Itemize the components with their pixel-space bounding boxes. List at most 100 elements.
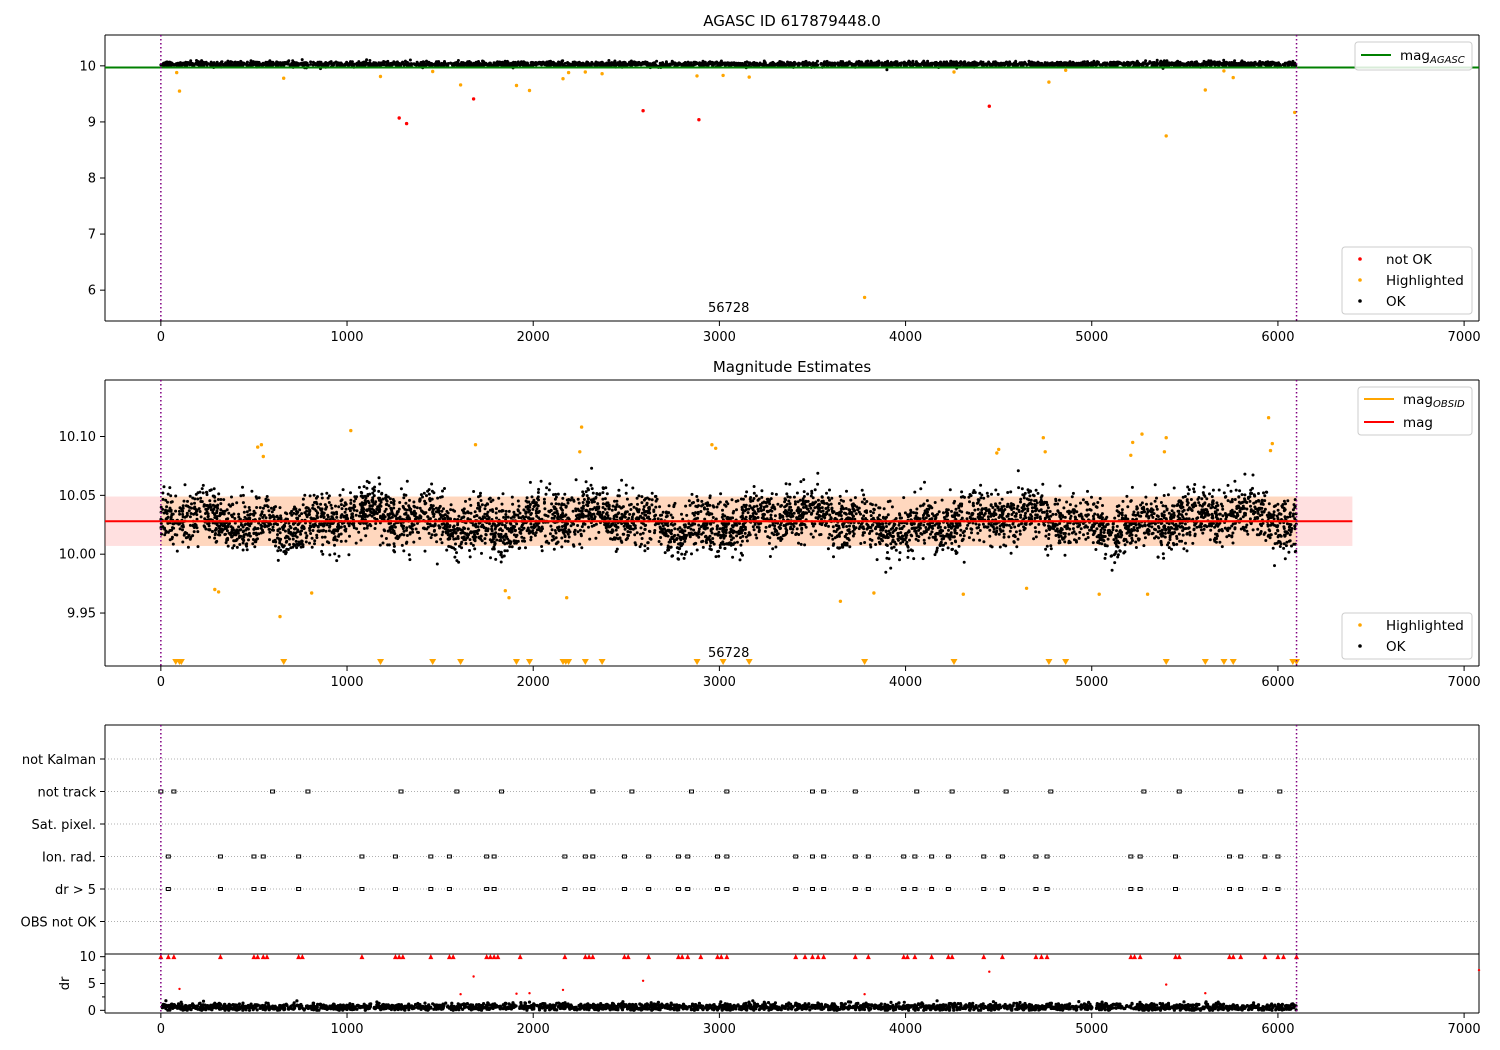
ok-point [1148, 61, 1152, 65]
ok-point [873, 61, 877, 65]
ok-point [828, 61, 832, 65]
ok-point [442, 60, 446, 64]
ok-point [861, 533, 865, 537]
ok-point [1028, 63, 1031, 67]
y-tick-label: 9.95 [67, 607, 96, 622]
ok-point [323, 535, 327, 539]
ok-point [1003, 61, 1007, 65]
ok-point [819, 62, 823, 65]
ok-point [398, 62, 402, 66]
ok-point [959, 495, 963, 499]
ok-point [869, 62, 873, 66]
ok-point [249, 59, 253, 63]
ok-point [557, 63, 561, 66]
ok-point [821, 509, 825, 513]
ok-point [972, 538, 976, 542]
ok-point [914, 60, 918, 64]
ok-point [435, 540, 439, 544]
ok-point [869, 510, 873, 513]
ok-point [576, 524, 580, 527]
y-tick-label: 6 [88, 284, 96, 299]
ok-point [787, 499, 791, 503]
ok-point [300, 61, 304, 65]
ok-point [1175, 504, 1179, 507]
ok-point [1132, 526, 1136, 529]
ok-point [268, 538, 271, 542]
ok-point [320, 535, 324, 539]
ok-point [915, 63, 919, 67]
y-tick-label: 10.05 [59, 489, 96, 504]
ok-point [906, 62, 909, 66]
ok-point [793, 62, 797, 66]
ok-point [1287, 550, 1291, 554]
ok-point [1041, 482, 1045, 486]
ok-point [436, 60, 440, 64]
ok-point [658, 61, 662, 65]
ok-point [685, 513, 689, 517]
ok-point [653, 517, 657, 521]
ok-point [1028, 494, 1032, 498]
ok-point [1125, 60, 1129, 64]
ok-point [1110, 568, 1114, 572]
ok-point [1037, 522, 1041, 526]
ok-point [545, 486, 549, 490]
ok-point [227, 511, 231, 515]
ok-point [1176, 61, 1180, 65]
ok-point [1256, 62, 1260, 66]
ok-point [233, 63, 236, 67]
ok-point [1142, 544, 1146, 548]
ok-point [885, 68, 889, 72]
ok-point [460, 546, 464, 550]
ok-point [1101, 504, 1104, 507]
ok-point [349, 62, 353, 66]
ok-point [667, 504, 671, 508]
ok-point [982, 540, 986, 544]
ok-point [1209, 62, 1213, 66]
ok-point [880, 61, 884, 65]
ok-point [533, 533, 537, 537]
ok-point [469, 542, 473, 545]
ok-point [291, 537, 295, 541]
highlighted-point [1203, 88, 1208, 92]
ok-point [969, 63, 973, 67]
x-tick-label: 0 [157, 675, 165, 690]
ok-point [275, 60, 279, 64]
ok-point [185, 61, 189, 65]
ok-point [579, 62, 583, 66]
ok-point [1175, 542, 1179, 546]
ok-point [1222, 491, 1226, 495]
ok-point [561, 59, 565, 63]
ok-point [1072, 508, 1076, 512]
ok-point [1282, 546, 1286, 550]
ok-point [593, 62, 597, 66]
ok-point [529, 535, 533, 539]
ok-point [1077, 62, 1081, 66]
highlighted-point [458, 83, 463, 87]
ok-point [238, 543, 242, 546]
ok-point [1207, 61, 1211, 65]
ok-point [543, 500, 546, 504]
ok-point [1126, 505, 1130, 509]
ok-point [176, 61, 180, 65]
ok-point [1259, 62, 1263, 66]
ok-point [381, 62, 385, 66]
ok-point [620, 478, 624, 482]
ok-point [349, 501, 353, 505]
ok-point [942, 60, 946, 64]
ok-point [764, 525, 768, 529]
ok-point [599, 63, 603, 67]
ok-point [1134, 546, 1138, 549]
ok-point [1249, 504, 1252, 508]
ok-point [1182, 547, 1186, 551]
ok-point [926, 59, 930, 63]
ok-point [1018, 532, 1022, 536]
ok-point [900, 534, 904, 538]
ok-point [874, 503, 878, 507]
ok-point [388, 497, 392, 501]
ok-point [747, 63, 751, 67]
ok-point [743, 531, 747, 535]
ok-point [976, 531, 980, 535]
ok-point [402, 496, 406, 500]
ok-point [1043, 61, 1047, 65]
ok-point [896, 537, 900, 541]
